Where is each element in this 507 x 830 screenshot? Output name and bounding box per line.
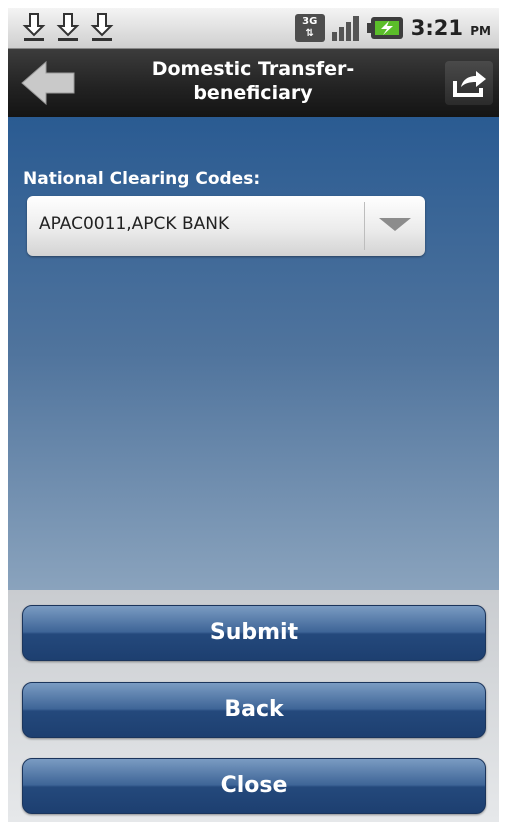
download-icon — [22, 12, 46, 42]
network-3g-icon: 3G ⇅ — [294, 14, 325, 42]
page-title: Domestic Transfer- beneficiary — [151, 58, 355, 104]
clock: 3:21 PM — [410, 16, 491, 40]
battery-icon — [366, 15, 405, 41]
share-button[interactable] — [445, 61, 493, 105]
submit-button[interactable]: Submit — [22, 605, 486, 661]
button-panel: Submit Back Close — [8, 590, 499, 822]
signal-icon — [331, 14, 361, 42]
share-icon — [453, 71, 486, 97]
clearing-codes-dropdown[interactable]: APAC0011,APCK BANK — [27, 196, 425, 256]
back-arrow-button[interactable] — [18, 58, 78, 108]
title-bar: Domestic Transfer- beneficiary — [8, 49, 499, 117]
back-arrow-icon — [21, 60, 75, 106]
dropdown-divider — [364, 202, 365, 250]
status-icons: 3G ⇅ 3:21 PM — [294, 11, 491, 45]
back-button[interactable]: Back — [22, 682, 486, 738]
phone-screen: 3G ⇅ 3:21 PM Domestic Transfer- benefici… — [8, 8, 499, 822]
close-button[interactable]: Close — [22, 758, 486, 814]
download-icon — [90, 12, 114, 42]
status-bar: 3G ⇅ 3:21 PM — [8, 8, 499, 49]
download-icon — [56, 12, 80, 42]
clearing-codes-label: National Clearing Codes: — [23, 169, 261, 189]
clearing-codes-value: APAC0011,APCK BANK — [39, 214, 230, 234]
chevron-down-icon — [379, 218, 411, 231]
form-area: National Clearing Codes: APAC0011,APCK B… — [8, 117, 499, 590]
